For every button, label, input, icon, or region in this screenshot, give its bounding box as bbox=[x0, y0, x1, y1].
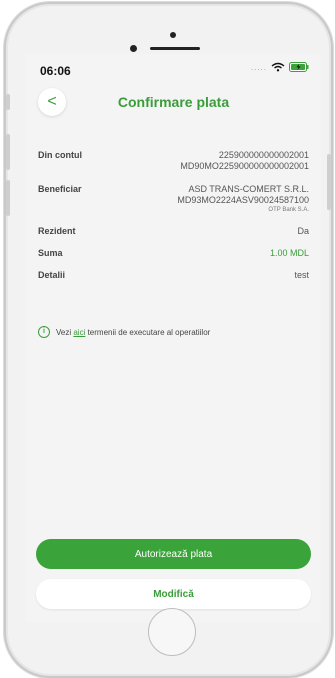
terms-text: Vezi aici termenii de executare al opera… bbox=[56, 328, 210, 337]
detail-row-beneficiary: Beneficiar ASD TRANS-COMERT S.R.L. MD93M… bbox=[38, 184, 309, 226]
detail-value: 225900000000002001 MD90MO225900000000002… bbox=[180, 150, 309, 184]
terms-link[interactable]: aici bbox=[73, 328, 85, 337]
terms-prefix: Vezi bbox=[56, 327, 74, 337]
wifi-icon bbox=[271, 62, 285, 72]
signal-indicator: ..... bbox=[250, 62, 267, 72]
account-number: 225900000000002001 bbox=[218, 150, 309, 160]
status-time: 06:06 bbox=[40, 64, 71, 78]
battery-charging-icon bbox=[289, 62, 309, 72]
detail-value: test bbox=[294, 270, 309, 280]
detail-row-from-account: Din contul 225900000000002001 MD90MO2259… bbox=[38, 150, 309, 184]
detail-row-details: Detalii test bbox=[38, 270, 309, 292]
detail-label: Suma bbox=[38, 248, 63, 258]
status-icons: ..... bbox=[251, 62, 309, 72]
volume-down-button bbox=[6, 180, 10, 216]
front-camera bbox=[130, 45, 137, 52]
detail-label: Rezident bbox=[38, 226, 76, 236]
power-button bbox=[327, 154, 331, 210]
app-screen: 06:06 ..... < Confirmare plata Din contu… bbox=[26, 54, 321, 622]
page-title: Confirmare plata bbox=[117, 94, 230, 110]
home-button[interactable] bbox=[148, 608, 196, 656]
beneficiary-bank: OTP Bank S.A. bbox=[268, 207, 309, 213]
account-iban: MD90MO225900000000002001 bbox=[180, 161, 309, 171]
terms-notice: i Vezi aici termenii de executare al ope… bbox=[38, 326, 210, 338]
beneficiary-name: ASD TRANS-COMERT S.R.L. bbox=[188, 184, 309, 194]
mute-switch bbox=[6, 94, 10, 110]
beneficiary-iban: MD93MO2224ASV90024587100 bbox=[177, 195, 309, 205]
earpiece-speaker bbox=[150, 47, 200, 50]
modify-button[interactable]: Modifică bbox=[36, 579, 311, 609]
phone-frame: 06:06 ..... < Confirmare plata Din contu… bbox=[4, 2, 333, 678]
detail-value: ASD TRANS-COMERT S.R.L. MD93MO2224ASV900… bbox=[177, 184, 309, 226]
detail-label: Din contul bbox=[38, 150, 82, 160]
front-sensor bbox=[170, 32, 176, 38]
detail-row-amount: Suma 1.00 MDL bbox=[38, 248, 309, 270]
terms-suffix: termenii de executare al operatiilor bbox=[85, 327, 211, 337]
detail-label: Beneficiar bbox=[38, 184, 82, 194]
info-icon: i bbox=[38, 326, 50, 338]
detail-value: Da bbox=[297, 226, 309, 236]
detail-label: Detalii bbox=[38, 270, 66, 280]
detail-row-resident: Rezident Da bbox=[38, 226, 309, 248]
payment-details: Din contul 225900000000002001 MD90MO2259… bbox=[38, 150, 309, 292]
amount-value: 1.00 MDL bbox=[269, 248, 309, 258]
authorize-payment-button[interactable]: Autorizează plata bbox=[36, 539, 311, 569]
volume-up-button bbox=[6, 134, 10, 170]
